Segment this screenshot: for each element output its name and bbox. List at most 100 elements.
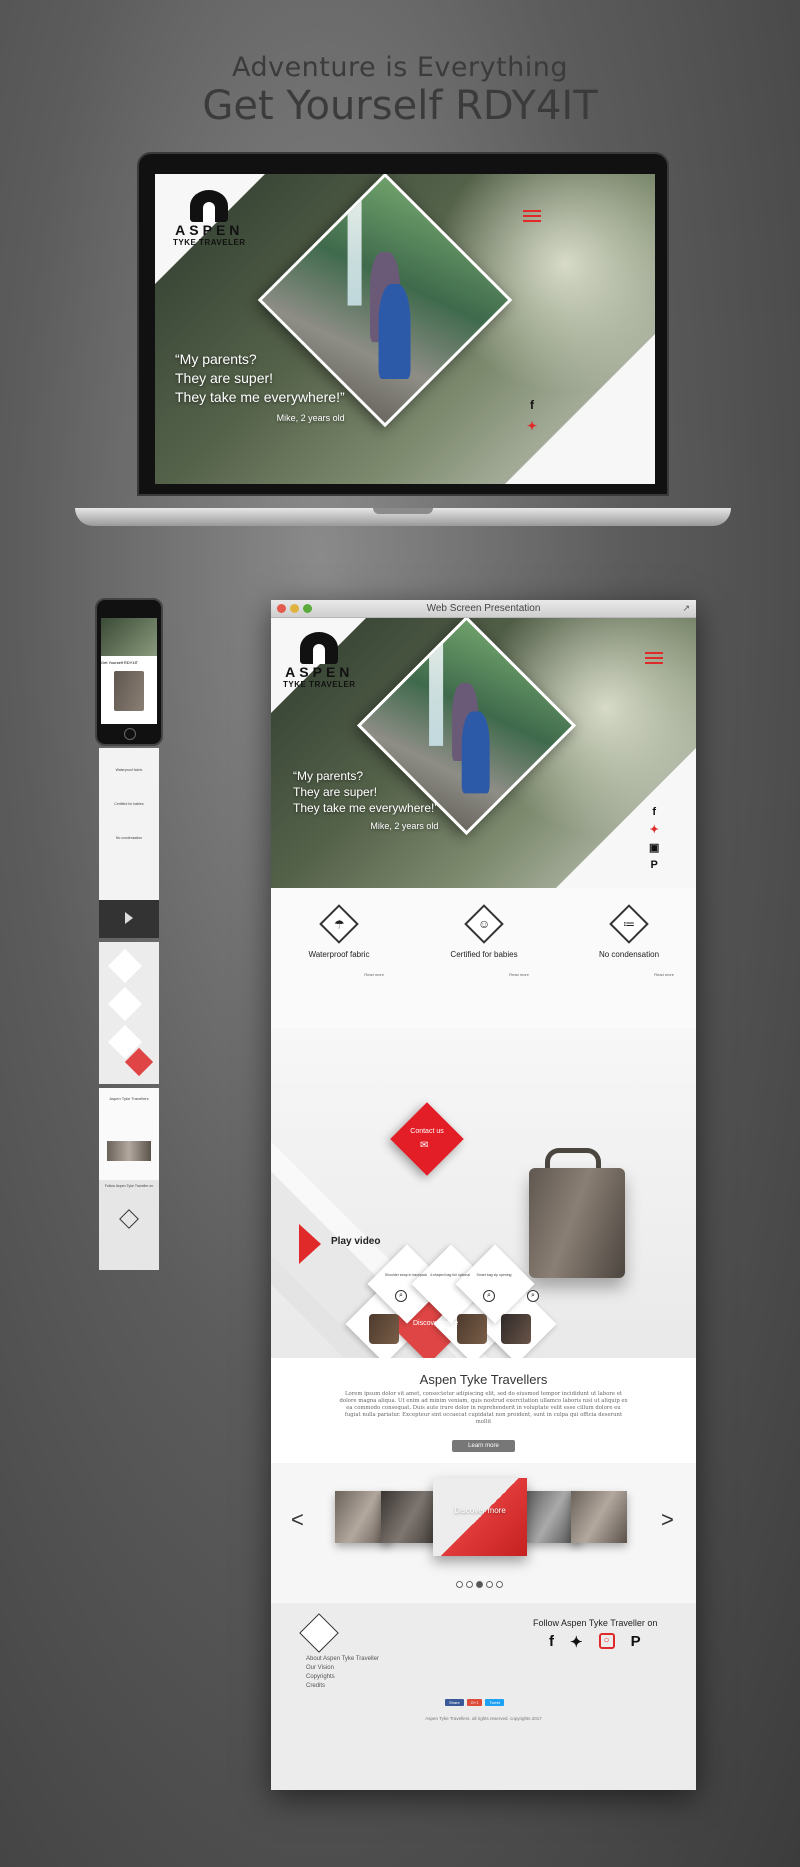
mobile-strip-products	[99, 942, 159, 1084]
magnifier-icon[interactable]: ⌕	[483, 1290, 495, 1302]
laptop-mockup: ASPEN TYKE TRAVELER “My parents? They ar…	[75, 152, 731, 526]
twitter-icon[interactable]: ✦	[527, 419, 537, 433]
share-google-button[interactable]: G+1	[466, 1699, 483, 1706]
brand-logo[interactable]: ASPEN TYKE TRAVELER	[173, 190, 246, 247]
carousel-dot-active[interactable]	[476, 1581, 483, 1588]
mobile-feature: Certified for babies	[114, 802, 144, 806]
play-video-label[interactable]: Play video	[331, 1236, 380, 1247]
tagline: Adventure is Everything Get Yourself RDY…	[0, 52, 800, 129]
mobile-product	[108, 949, 142, 983]
quote-line: “My parents?	[175, 351, 257, 367]
carousel-dot[interactable]	[466, 1581, 473, 1588]
quote-author: Mike, 2 years old	[370, 821, 439, 831]
carousel-next-icon[interactable]: >	[661, 1507, 674, 1533]
tagline-line-2: Get Yourself RDY4IT	[202, 83, 598, 129]
feature-body	[584, 963, 674, 968]
phone-home-button	[124, 728, 136, 740]
fullscreen-icon[interactable]: ↗	[682, 603, 690, 614]
carousel-item[interactable]	[381, 1491, 441, 1543]
features-section: ☂ Waterproof fabric Read more ☺ Certifie…	[271, 888, 696, 1028]
quote-line: “My parents?	[293, 769, 364, 783]
pinterest-icon[interactable]: P	[651, 859, 658, 871]
share-facebook-button[interactable]: Share	[445, 1699, 464, 1706]
umbrella-icon: ☂	[319, 904, 359, 944]
learn-more-button[interactable]: Learn more	[452, 1440, 515, 1452]
share-buttons: Share G+1 Tweet	[445, 1699, 505, 1706]
brand-logo[interactable]: ASPEN TYKE TRAVELER	[283, 632, 356, 689]
share-twitter-button[interactable]: Tweet	[485, 1699, 505, 1706]
play-video-icon[interactable]	[299, 1224, 321, 1264]
carousel-prev-icon[interactable]: <	[291, 1507, 304, 1533]
footer-logo[interactable]	[299, 1613, 339, 1653]
carousel-item-active[interactable]: Discover more	[433, 1478, 527, 1556]
product-image	[501, 1314, 531, 1344]
mobile-strip-video	[99, 900, 159, 938]
quote-line: They take me everywhere!”	[293, 801, 439, 815]
logo-mark-icon	[300, 632, 339, 664]
feature-read-more[interactable]: Read more	[294, 972, 384, 977]
phone-bag-image	[114, 671, 144, 711]
facebook-icon[interactable]: f	[549, 1633, 554, 1651]
logo-subtitle: TYKE TRAVELER	[173, 238, 246, 247]
quote-line: They take me everywhere!”	[175, 389, 345, 405]
pinterest-icon[interactable]: P	[631, 1633, 641, 1651]
hero-social: f ✦	[527, 398, 537, 433]
product-label: 4-shaped bag full optional	[429, 1273, 471, 1277]
footer-link[interactable]: Our Vision	[306, 1664, 379, 1673]
menu-icon[interactable]	[645, 652, 663, 664]
about-title: Aspen Tyke Travellers	[419, 1372, 548, 1387]
logo-mark-icon	[190, 190, 229, 222]
feature-read-more[interactable]: Read more	[584, 972, 674, 977]
mobile-strip-features: Waterproof fabric Certified for babies N…	[99, 748, 159, 900]
facebook-icon[interactable]: f	[530, 398, 534, 412]
hero-quote: “My parents? They are super! They take m…	[175, 350, 345, 428]
magnifier-icon[interactable]: ⌕	[395, 1290, 407, 1302]
minimize-icon[interactable]	[290, 604, 299, 613]
product-carousel: < > Discover more	[271, 1463, 696, 1603]
footer-link[interactable]: Credits	[306, 1682, 379, 1691]
browser-window: Web Screen Presentation ↗ ASPEN TYKE TRA…	[271, 600, 696, 1790]
droplets-icon: ≔	[609, 904, 649, 944]
waterfall	[429, 625, 444, 746]
twitter-icon[interactable]: ✦	[650, 823, 659, 836]
carousel-dot[interactable]	[486, 1581, 493, 1588]
copyright-text: Aspen Tyke Travellers. all rights reserv…	[425, 1716, 542, 1721]
footer-link[interactable]: About Aspen Tyke Traveller	[306, 1655, 379, 1664]
magnifier-icon[interactable]: ⌕	[527, 1290, 539, 1302]
mobile-strip-footer: Follow Aspen Tyke Traveller on	[99, 1180, 159, 1270]
footer-link[interactable]: Copyrights	[306, 1673, 379, 1682]
instagram-icon[interactable]: ▣	[649, 841, 659, 854]
mobile-footer-logo	[119, 1209, 139, 1229]
waterfall	[347, 185, 362, 306]
mobile-feature: No condensation	[115, 836, 143, 840]
carousel-dot[interactable]	[496, 1581, 503, 1588]
quote-author: Mike, 2 years old	[276, 413, 345, 423]
contact-label: Contact us	[410, 1128, 444, 1135]
carousel-dot[interactable]	[456, 1581, 463, 1588]
promo-section: Contact us ✉ Play video Shoulder strap i…	[271, 1028, 696, 1358]
product-label: Smart bag zip opening	[476, 1273, 512, 1277]
feature-waterproof: ☂ Waterproof fabric Read more	[294, 904, 384, 977]
contact-button[interactable]	[390, 1102, 464, 1176]
mobile-feature: Waterproof fabric	[115, 768, 143, 772]
backpack-body	[529, 1168, 625, 1278]
person-father	[461, 711, 490, 794]
feature-title: No condensation	[598, 950, 660, 959]
menu-icon[interactable]	[523, 210, 541, 222]
instagram-icon[interactable]: ○	[598, 1633, 615, 1649]
mobile-carousel	[107, 1141, 151, 1161]
tagline-line-1: Adventure is Everything	[231, 52, 569, 83]
close-icon[interactable]	[277, 604, 286, 613]
facebook-icon[interactable]: f	[652, 806, 656, 818]
product-label: Shoulder strap in backpack	[384, 1273, 428, 1277]
maximize-icon[interactable]	[303, 604, 312, 613]
baby-icon: ☺	[464, 904, 504, 944]
play-icon[interactable]	[125, 912, 133, 924]
feature-read-more[interactable]: Read more	[439, 972, 529, 977]
twitter-icon[interactable]: ✦	[570, 1633, 583, 1651]
phone-heading: Get Yourself RDY4IT	[101, 660, 139, 665]
carousel-item[interactable]	[571, 1491, 627, 1543]
about-body: Lorem ipsum dolor sit amet, consectetur …	[339, 1391, 628, 1425]
discover-more-label[interactable]: Discover more	[413, 1320, 458, 1327]
laptop-screen: ASPEN TYKE TRAVELER “My parents? They ar…	[155, 174, 655, 484]
